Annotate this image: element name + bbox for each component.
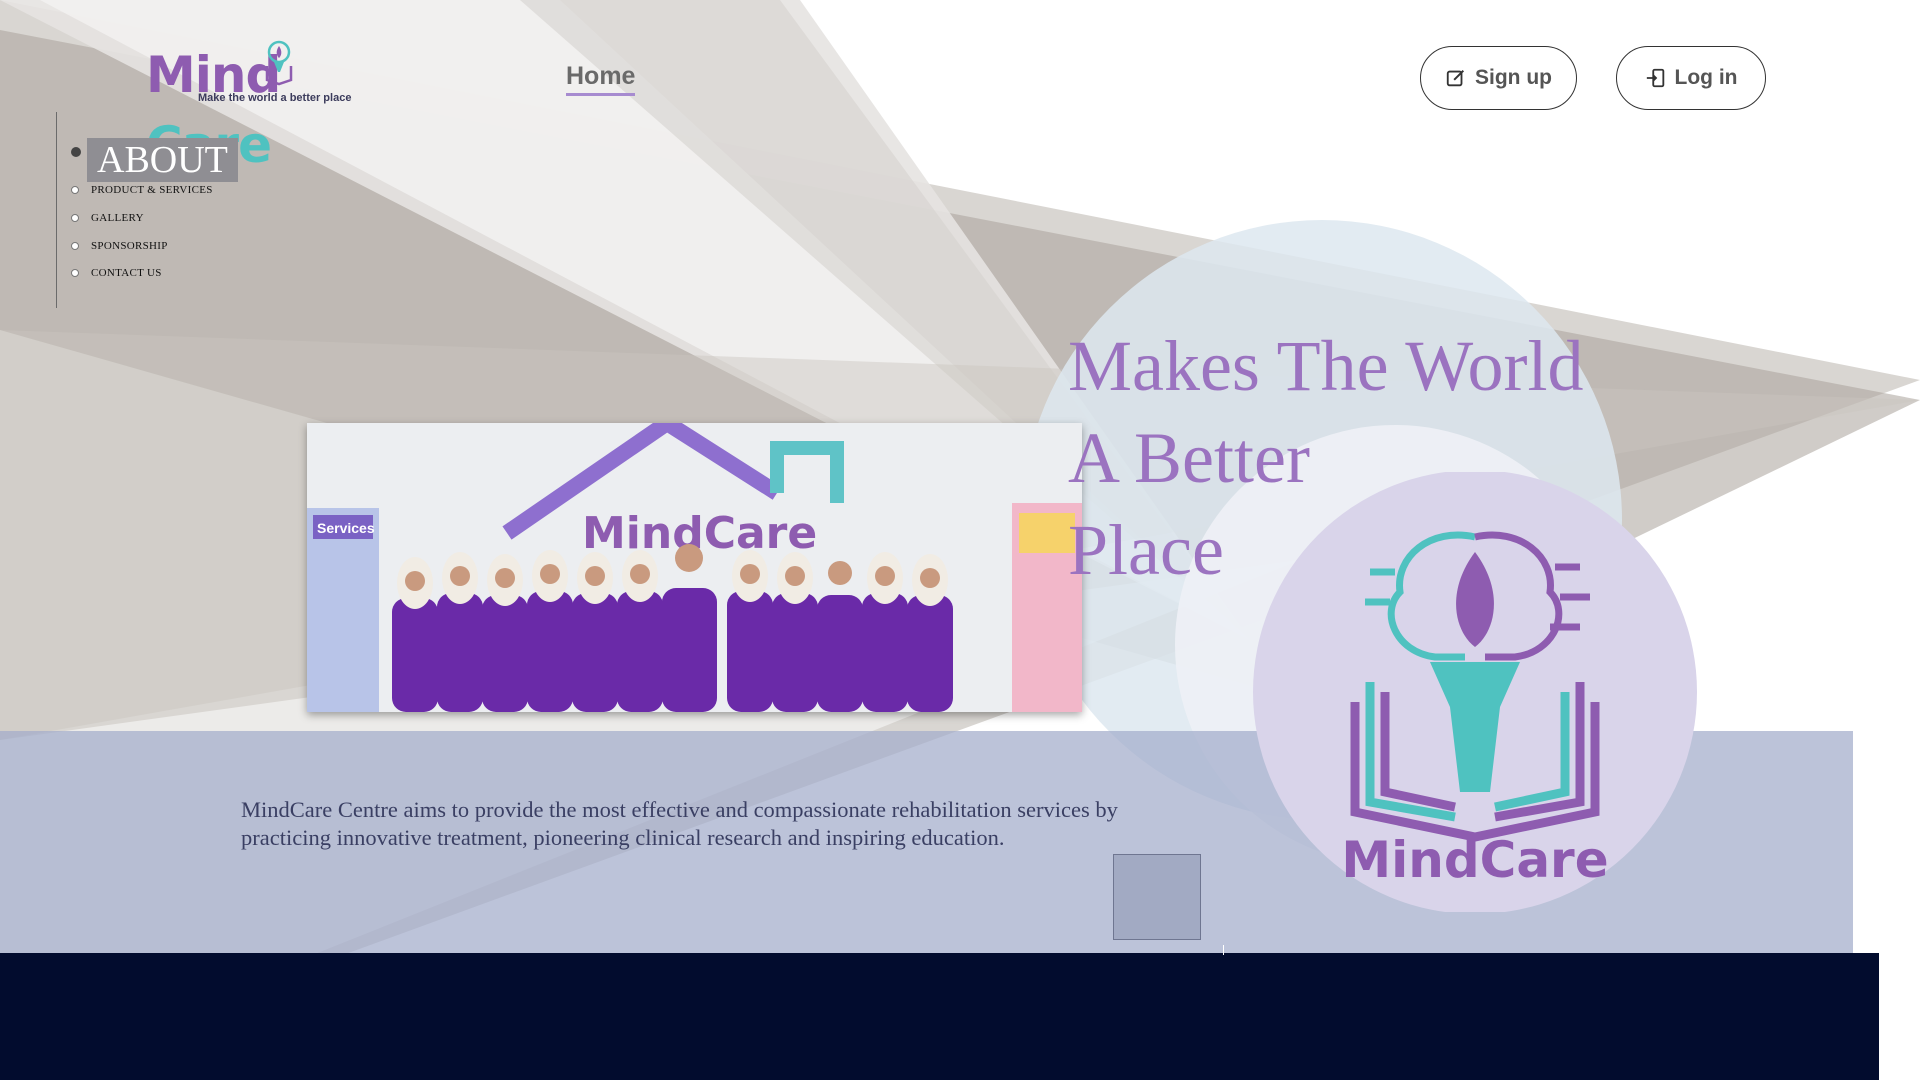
dot-icon [71, 214, 79, 222]
sidemenu-item-sponsorship[interactable]: SPONSORSHIP [57, 240, 168, 252]
photo-services-label: Services [317, 520, 375, 536]
sidemenu-item-about[interactable]: ABOUT [57, 138, 238, 182]
team-photo: Services MindCare [307, 423, 1082, 712]
signup-button[interactable]: Sign up [1420, 46, 1577, 110]
dot-icon [71, 186, 79, 194]
hero-title-line-2: A Better [1068, 418, 1310, 498]
login-label: Log in [1674, 66, 1738, 89]
brand-logo[interactable]: MindCare Make the world a better place [146, 40, 416, 174]
active-dot-icon [71, 147, 81, 157]
decorative-square [1113, 854, 1201, 940]
sidemenu-item-gallery[interactable]: GALLERY [57, 212, 144, 224]
hero-title-line-1: Makes The World [1068, 326, 1584, 406]
team-photo-illustration: Services MindCare [307, 423, 1082, 712]
page-footer [0, 953, 1879, 1080]
dot-icon [71, 269, 79, 277]
side-section-nav: ABOUT PRODUCT & SERVICES GALLERY SPONSOR… [56, 112, 257, 308]
sidemenu-label: SPONSORSHIP [91, 240, 168, 252]
sidemenu-label: ABOUT [87, 138, 238, 182]
login-door-icon [1646, 68, 1664, 88]
nav-home-link[interactable]: Home [566, 62, 636, 96]
login-button[interactable]: Log in [1616, 46, 1766, 110]
logo-tagline: Make the world a better place [198, 92, 352, 104]
sidemenu-item-contact-us[interactable]: CONTACT US [57, 267, 162, 279]
hero-title-line-3: Place [1068, 510, 1224, 590]
brain-torch-icon [265, 40, 293, 86]
dot-icon [71, 242, 79, 250]
hero-title: Makes The World A Better Place [1068, 320, 1628, 596]
mission-text: MindCare Centre aims to provide the most… [241, 797, 1118, 850]
sidemenu-label: CONTACT US [91, 267, 162, 279]
signup-label: Sign up [1475, 66, 1552, 89]
sidemenu-label: GALLERY [91, 212, 144, 224]
badge-text: MindCare [1341, 831, 1608, 889]
edit-square-icon [1446, 69, 1465, 87]
sidemenu-label: PRODUCT & SERVICES [91, 184, 213, 196]
sidemenu-item-product-services[interactable]: PRODUCT & SERVICES [57, 184, 213, 196]
divider-line [1223, 945, 1224, 955]
